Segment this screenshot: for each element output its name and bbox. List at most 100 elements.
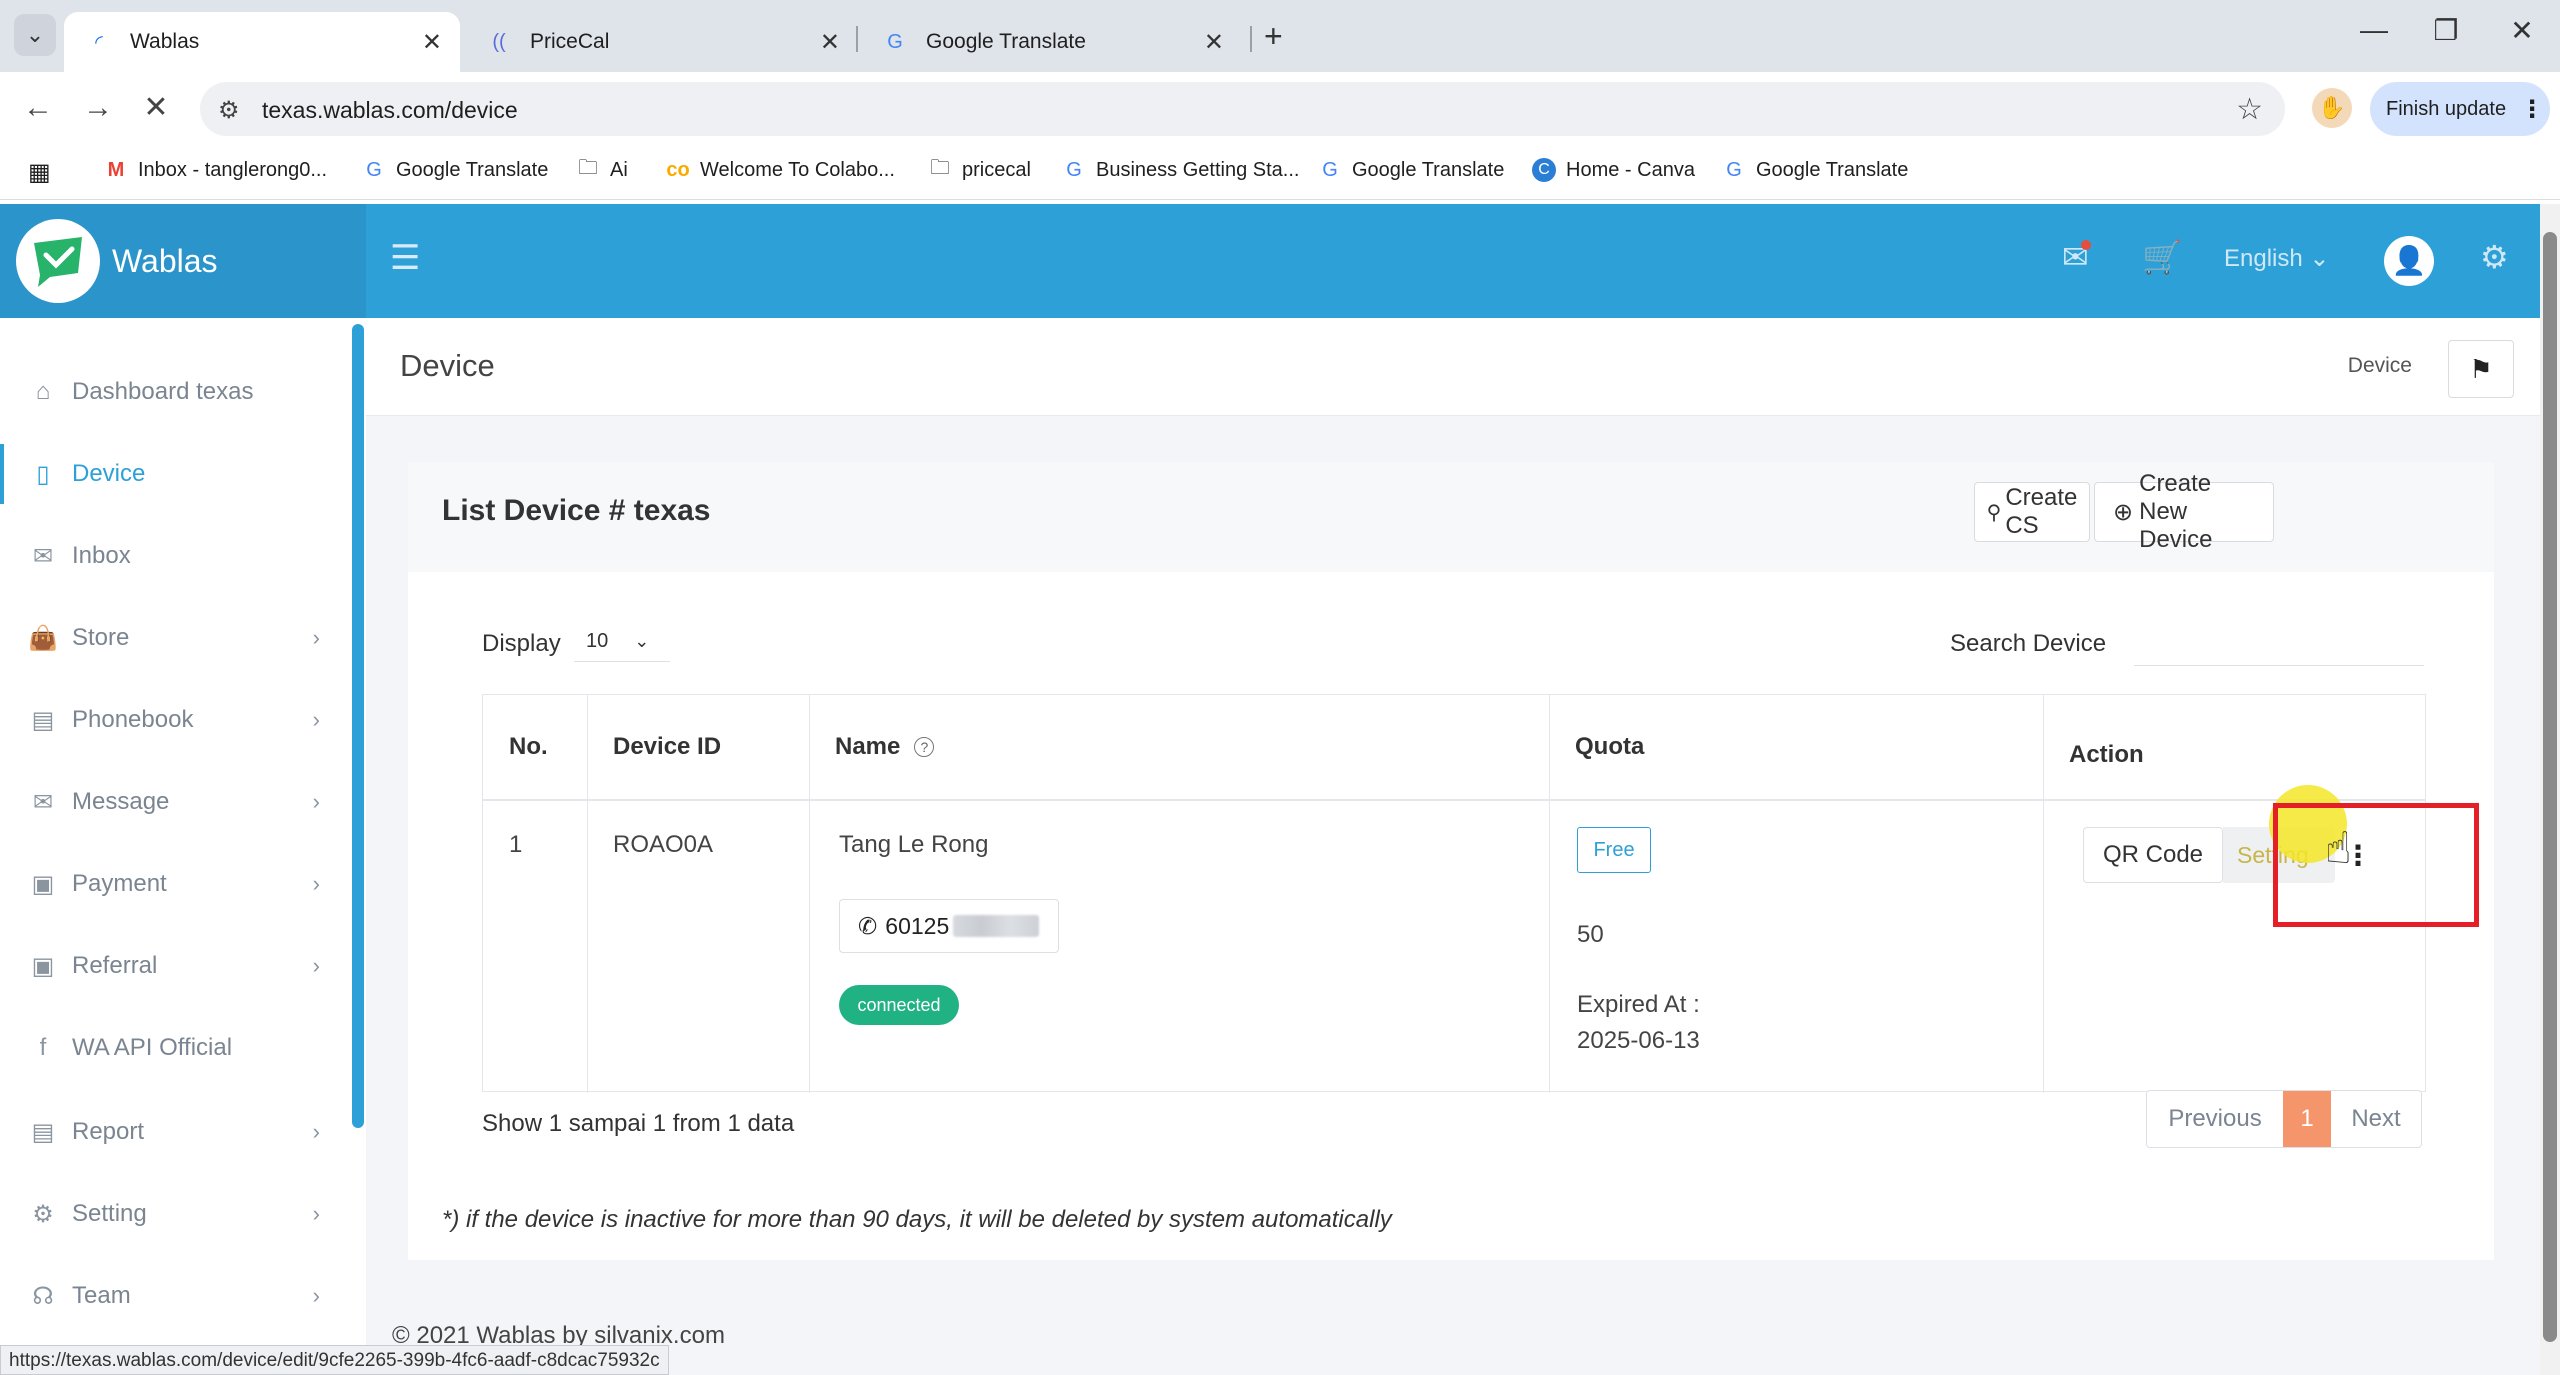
bookmarks-bar: ▦ M Inbox - tanglerong0... G Google Transl…	[0, 144, 2560, 200]
tab-list-button[interactable]: ⌄	[14, 14, 56, 56]
sidebar-item-referral[interactable]: ▣ Referral ›	[0, 936, 346, 996]
bookmark-star-icon[interactable]: ☆	[2236, 92, 2263, 127]
bookmark-colab[interactable]: co Welcome To Colabo...	[666, 158, 895, 182]
address-bar[interactable]: ⚙ texas.wablas.com/device ☆	[200, 82, 2285, 136]
search-device-input[interactable]	[2134, 620, 2424, 666]
loading-spinner-icon: ◜	[95, 31, 103, 54]
extension-icon[interactable]: ✋	[2312, 88, 2352, 128]
sidebar-item-message[interactable]: ✉ Message ›	[0, 772, 346, 832]
previous-page-button[interactable]: Previous	[2147, 1091, 2283, 1147]
bookmark-ai-folder[interactable]: 🗀 Ai	[576, 157, 628, 182]
more-vert-icon: ⋮	[2520, 95, 2545, 123]
user-avatar[interactable]: 👤	[2384, 236, 2434, 286]
create-new-device-button[interactable]: ⊕ Create New Device	[2094, 470, 2274, 553]
sidebar-item-dashboard-texas[interactable]: ⌂ Dashboard texas	[0, 362, 346, 422]
tab-google-translate[interactable]: G Google Translate ✕	[860, 12, 1242, 72]
sidebar-item-inbox[interactable]: ✉ Inbox	[0, 526, 346, 586]
notification-dot	[2080, 240, 2091, 250]
phone-number-chip[interactable]: ✆ 60125	[839, 899, 1059, 953]
bookmark-pricecal-folder[interactable]: 🗀 pricecal	[928, 157, 1031, 182]
apps-grid-icon[interactable]: ▦	[28, 158, 51, 187]
sidebar-item-wa-api-official[interactable]: f WA API Official	[0, 1018, 346, 1078]
close-tab-icon[interactable]: ✕	[820, 28, 840, 57]
sidebar-item-label: Dashboard texas	[72, 378, 254, 405]
sidebar-item-label: Message	[72, 788, 170, 815]
device-icon: ▯	[36, 460, 50, 488]
tab-title: Wablas	[130, 30, 200, 53]
create-cs-button[interactable]: ⚲ Create CS	[1974, 482, 2090, 542]
hamburger-menu-icon[interactable]: ☰	[390, 238, 420, 278]
phone-number: 60125	[885, 912, 950, 939]
phone-icon: ✆	[858, 912, 878, 939]
stop-loading-icon[interactable]: ✕	[136, 88, 176, 128]
sidebar-item-label: Referral	[72, 952, 158, 979]
tab-separator	[1250, 26, 1252, 52]
page-size-select[interactable]: 10 ⌄	[574, 622, 670, 662]
wablas-logo-icon	[16, 219, 100, 303]
minimize-icon[interactable]: —	[2352, 14, 2396, 46]
page-size-value: 10	[586, 630, 609, 652]
forward-icon[interactable]: →	[78, 88, 118, 128]
qr-code-button[interactable]: QR Code	[2083, 827, 2223, 883]
folder-icon: 🗀	[930, 157, 950, 179]
link-status-bar: https://texas.wablas.com/device/edit/9cf…	[0, 1345, 669, 1375]
sidebar-item-label: Inbox	[72, 542, 131, 569]
restore-icon[interactable]: ❐	[2424, 14, 2468, 47]
tab-title: Google Translate	[926, 30, 1086, 53]
mail-icon[interactable]: ✉	[2062, 238, 2091, 276]
bookmark-google-translate-2[interactable]: G Google Translate	[1318, 158, 1504, 182]
finish-update-button[interactable]: Finish update ⋮	[2370, 82, 2550, 136]
brand[interactable]: Wablas	[0, 204, 366, 318]
close-window-icon[interactable]: ✕	[2500, 14, 2544, 47]
column-header-no[interactable]: No.	[483, 695, 587, 799]
flag-button[interactable]: ⚑	[2448, 340, 2514, 398]
sidebar-item-payment[interactable]: ▣ Payment ›	[0, 854, 346, 914]
cart-icon[interactable]: 🛒	[2142, 238, 2182, 276]
column-header-quota[interactable]: Quota	[1549, 695, 2043, 799]
tab-wablas[interactable]: ◜ Wablas ✕	[64, 12, 460, 72]
sidebar-item-setting[interactable]: ⚙ Setting ›	[0, 1184, 346, 1244]
translate-favicon-icon: G	[887, 30, 903, 53]
pricecal-favicon-icon: ((	[492, 30, 506, 53]
bookmark-label: Google Translate	[396, 158, 549, 181]
status-badge: connected	[839, 985, 959, 1025]
gear-icon[interactable]: ⚙	[2480, 238, 2509, 276]
sidebar-item-store[interactable]: 👜 Store ›	[0, 608, 346, 668]
help-circle-icon[interactable]: ?	[914, 737, 935, 757]
pagination: Previous 1 Next	[2146, 1090, 2422, 1148]
bookmark-gmail[interactable]: M Inbox - tanglerong0...	[104, 158, 327, 182]
language-dropdown[interactable]: English ⌄	[2224, 244, 2330, 273]
next-page-button[interactable]: Next	[2331, 1091, 2421, 1147]
referral-icon: ▣	[31, 952, 55, 980]
bookmark-canva[interactable]: C Home - Canva	[1532, 158, 1695, 182]
page-scrollbar-thumb[interactable]	[2543, 232, 2557, 1342]
bookmark-business[interactable]: G Business Getting Sta...	[1062, 158, 1299, 182]
device-table: No. Device ID Name ? Quota Action 1 ROAO…	[482, 694, 2479, 1093]
sidebar-item-team[interactable]: ☊ Team ›	[0, 1266, 346, 1326]
sidebar-item-phonebook[interactable]: ▤ Phonebook ›	[0, 690, 346, 750]
close-tab-icon[interactable]: ✕	[422, 28, 442, 57]
sidebar-scrollbar[interactable]	[352, 324, 364, 1128]
new-tab-button[interactable]: +	[1264, 18, 1283, 55]
bookmark-label: Home - Canva	[1566, 158, 1695, 181]
bookmark-google-translate[interactable]: G Google Translate	[362, 158, 548, 182]
bookmark-google-translate-3[interactable]: G Google Translate	[1722, 158, 1908, 182]
column-header-name[interactable]: Name ?	[809, 695, 1549, 799]
url-text[interactable]: texas.wablas.com/device	[262, 97, 518, 124]
site-info-icon[interactable]: ⚙	[218, 96, 240, 125]
close-tab-icon[interactable]: ✕	[1204, 28, 1224, 57]
card-header: List Device # texas ⚲ Create CS ⊕ Create N…	[408, 462, 2494, 572]
breadcrumb[interactable]: Device	[2348, 354, 2412, 378]
sidebar-item-device[interactable]: ▯ Device	[0, 444, 346, 504]
sidebar-item-report[interactable]: ▤ Report ›	[0, 1102, 346, 1162]
chevron-right-icon: ›	[312, 625, 320, 650]
page-1-button[interactable]: 1	[2283, 1091, 2331, 1147]
tab-pricecal[interactable]: (( PriceCal ✕	[464, 12, 858, 72]
chevron-down-icon: ⌄	[2309, 245, 2330, 272]
column-header-name-label: Name	[835, 733, 901, 760]
bookmark-label: Welcome To Colabo...	[700, 158, 895, 181]
back-icon[interactable]: ←	[18, 88, 58, 128]
gmail-icon: M	[107, 158, 125, 181]
bag-icon: 👜	[28, 624, 58, 652]
column-header-device-id[interactable]: Device ID	[587, 695, 809, 799]
